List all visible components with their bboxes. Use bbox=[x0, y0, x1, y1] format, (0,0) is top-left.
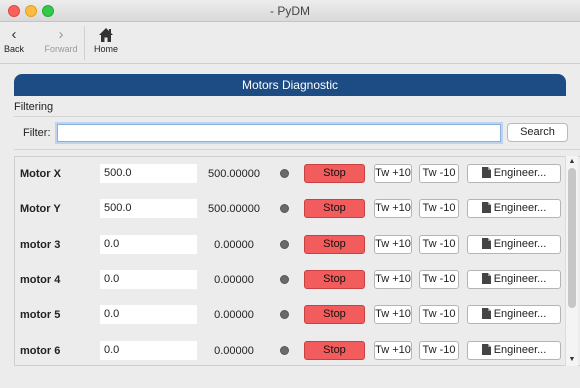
motor-list: Motor X 500.0 500.00000 Stop Tw +10 Tw -10 Eng… bbox=[14, 156, 580, 366]
tweak-minus-button[interactable]: Tw -10 bbox=[419, 341, 459, 360]
stop-button[interactable]: Stop bbox=[304, 235, 365, 254]
forward-label: Forward bbox=[44, 44, 78, 54]
motor-readback: 0.00000 bbox=[214, 274, 254, 286]
motor-readback: 0.00000 bbox=[214, 309, 254, 321]
motor-name: motor 3 bbox=[20, 239, 61, 251]
motor-list-scrollbar[interactable]: ▲ ▼ bbox=[565, 156, 578, 366]
document-icon bbox=[481, 344, 491, 355]
motors-diagnostic-header: Motors Diagnostic bbox=[14, 74, 566, 96]
stop-button[interactable]: Stop bbox=[304, 164, 365, 183]
tweak-minus-button[interactable]: Tw -10 bbox=[419, 305, 459, 324]
tweak-minus-button[interactable]: Tw -10 bbox=[419, 199, 459, 218]
stop-button[interactable]: Stop bbox=[304, 341, 365, 360]
document-icon bbox=[481, 273, 491, 284]
tweak-minus-button[interactable]: Tw -10 bbox=[419, 270, 459, 289]
motor-row: motor 3 0.0 0.00000 Stop Tw +10 Tw -10 Enginee… bbox=[15, 228, 565, 264]
motor-setpoint-input[interactable]: 0.0 bbox=[100, 305, 197, 324]
motor-status-led bbox=[280, 346, 289, 355]
forward-button[interactable]: › Forward bbox=[44, 26, 78, 54]
motor-readback: 0.00000 bbox=[214, 345, 254, 357]
engineer-button[interactable]: Engineer... bbox=[467, 270, 561, 289]
stop-button[interactable]: Stop bbox=[304, 270, 365, 289]
motor-row: motor 4 0.0 0.00000 Stop Tw +10 Tw -10 Enginee… bbox=[15, 263, 565, 299]
title-bar: - PyDM bbox=[0, 0, 580, 22]
back-button[interactable]: ‹ Back bbox=[4, 26, 24, 54]
window-title: - PyDM bbox=[270, 4, 310, 18]
tweak-plus-button[interactable]: Tw +10 bbox=[374, 341, 412, 360]
engineer-button[interactable]: Engineer... bbox=[467, 341, 561, 360]
engineer-button[interactable]: Engineer... bbox=[467, 235, 561, 254]
engineer-label: Engineer... bbox=[493, 273, 547, 285]
engineer-label: Engineer... bbox=[493, 344, 547, 356]
motor-setpoint-input[interactable]: 0.0 bbox=[100, 235, 197, 254]
motor-readback: 0.00000 bbox=[214, 239, 254, 251]
engineer-label: Engineer... bbox=[493, 308, 547, 320]
pydm-window: - PyDM ‹ Back › Forward Home Motors Diag… bbox=[0, 0, 580, 388]
document-icon bbox=[481, 167, 491, 178]
motor-status-led bbox=[280, 310, 289, 319]
motor-row: motor 6 0.0 0.00000 Stop Tw +10 Tw -10 Enginee… bbox=[15, 334, 565, 365]
motor-setpoint-input[interactable]: 500.0 bbox=[100, 164, 197, 183]
tweak-plus-button[interactable]: Tw +10 bbox=[374, 270, 412, 289]
engineer-label: Engineer... bbox=[493, 202, 547, 214]
tweak-plus-button[interactable]: Tw +10 bbox=[374, 235, 412, 254]
filter-group: Filter: Search bbox=[14, 116, 580, 150]
back-label: Back bbox=[4, 44, 25, 54]
engineer-button[interactable]: Engineer... bbox=[467, 164, 561, 183]
motor-status-led bbox=[280, 275, 289, 284]
tweak-plus-button[interactable]: Tw +10 bbox=[374, 199, 412, 218]
motor-status-led bbox=[280, 169, 289, 178]
motor-row: Motor X 500.0 500.00000 Stop Tw +10 Tw -10 Eng… bbox=[15, 157, 565, 193]
tweak-minus-button[interactable]: Tw -10 bbox=[419, 164, 459, 183]
tweak-plus-button[interactable]: Tw +10 bbox=[374, 164, 412, 183]
filter-input[interactable] bbox=[57, 124, 501, 142]
motor-row: motor 5 0.0 0.00000 Stop Tw +10 Tw -10 Enginee… bbox=[15, 298, 565, 334]
motor-name: motor 5 bbox=[20, 309, 61, 321]
scroll-down-arrow-icon[interactable]: ▼ bbox=[566, 355, 578, 365]
house-icon bbox=[99, 28, 113, 42]
toolbar-separator bbox=[84, 26, 85, 60]
motor-setpoint-input[interactable]: 500.0 bbox=[100, 199, 197, 218]
stop-button[interactable]: Stop bbox=[304, 305, 365, 324]
document-icon bbox=[481, 202, 491, 213]
home-label: Home bbox=[93, 44, 118, 54]
scrollbar-thumb[interactable] bbox=[568, 168, 576, 308]
engineer-label: Engineer... bbox=[493, 238, 547, 250]
chevron-left-icon: ‹ bbox=[11, 26, 17, 43]
tweak-plus-button[interactable]: Tw +10 bbox=[374, 305, 412, 324]
chevron-right-icon: › bbox=[58, 26, 64, 43]
home-button[interactable]: Home bbox=[92, 26, 120, 54]
filter-label: Filter: bbox=[23, 127, 51, 139]
document-icon bbox=[481, 238, 491, 249]
search-button[interactable]: Search bbox=[507, 123, 568, 142]
navigation-toolbar: ‹ Back › Forward Home bbox=[0, 22, 580, 64]
engineer-button[interactable]: Engineer... bbox=[467, 305, 561, 324]
motor-name: motor 6 bbox=[20, 345, 61, 357]
motor-readback: 500.00000 bbox=[208, 168, 260, 180]
filtering-group-label: Filtering bbox=[14, 101, 54, 113]
motor-row: Motor Y 500.0 500.00000 Stop Tw +10 Tw -10 Eng… bbox=[15, 192, 565, 228]
motor-readback: 500.00000 bbox=[208, 203, 260, 215]
motor-setpoint-input[interactable]: 0.0 bbox=[100, 341, 197, 360]
document-icon bbox=[481, 308, 491, 319]
stop-button[interactable]: Stop bbox=[304, 199, 365, 218]
motor-name: Motor Y bbox=[20, 203, 61, 215]
engineer-label: Engineer... bbox=[493, 167, 547, 179]
motor-status-led bbox=[280, 240, 289, 249]
scroll-up-arrow-icon[interactable]: ▲ bbox=[566, 157, 578, 167]
motor-setpoint-input[interactable]: 0.0 bbox=[100, 270, 197, 289]
motor-name: motor 4 bbox=[20, 274, 61, 286]
tweak-minus-button[interactable]: Tw -10 bbox=[419, 235, 459, 254]
motor-name: Motor X bbox=[20, 168, 61, 180]
engineer-button[interactable]: Engineer... bbox=[467, 199, 561, 218]
motor-status-led bbox=[280, 204, 289, 213]
